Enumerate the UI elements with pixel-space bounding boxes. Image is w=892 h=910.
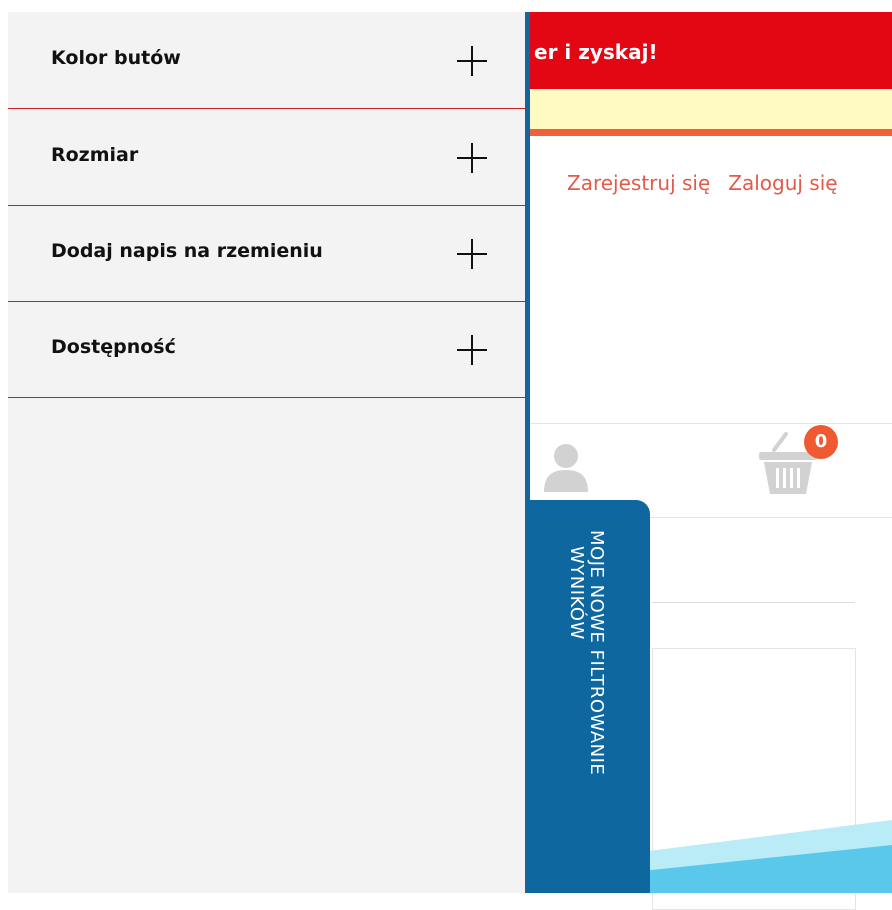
filter-toggle-tab-line1: MOJE NOWE FILTROWANIE [586, 530, 607, 776]
filter-availability[interactable]: Dostępność [8, 301, 525, 398]
plus-icon[interactable] [457, 239, 487, 269]
filter-color-label: Kolor butów [51, 47, 181, 69]
filter-size-label: Rozmiar [51, 144, 139, 166]
filter-toggle-tab-label[interactable]: MOJE NOWE FILTROWANIE WYNIKÓW [566, 530, 607, 830]
filter-engraving[interactable]: Dodaj napis na rzemieniu [8, 205, 525, 302]
filter-color[interactable]: Kolor butów [8, 12, 525, 109]
plus-icon[interactable] [457, 335, 487, 365]
filter-engraving-label: Dodaj napis na rzemieniu [51, 240, 323, 262]
filter-toggle-tab-line2: WYNIKÓW [566, 546, 587, 640]
filter-size[interactable]: Rozmiar [8, 109, 525, 206]
plus-icon[interactable] [457, 143, 487, 173]
plus-icon[interactable] [457, 46, 487, 76]
filter-availability-label: Dostępność [51, 336, 176, 358]
